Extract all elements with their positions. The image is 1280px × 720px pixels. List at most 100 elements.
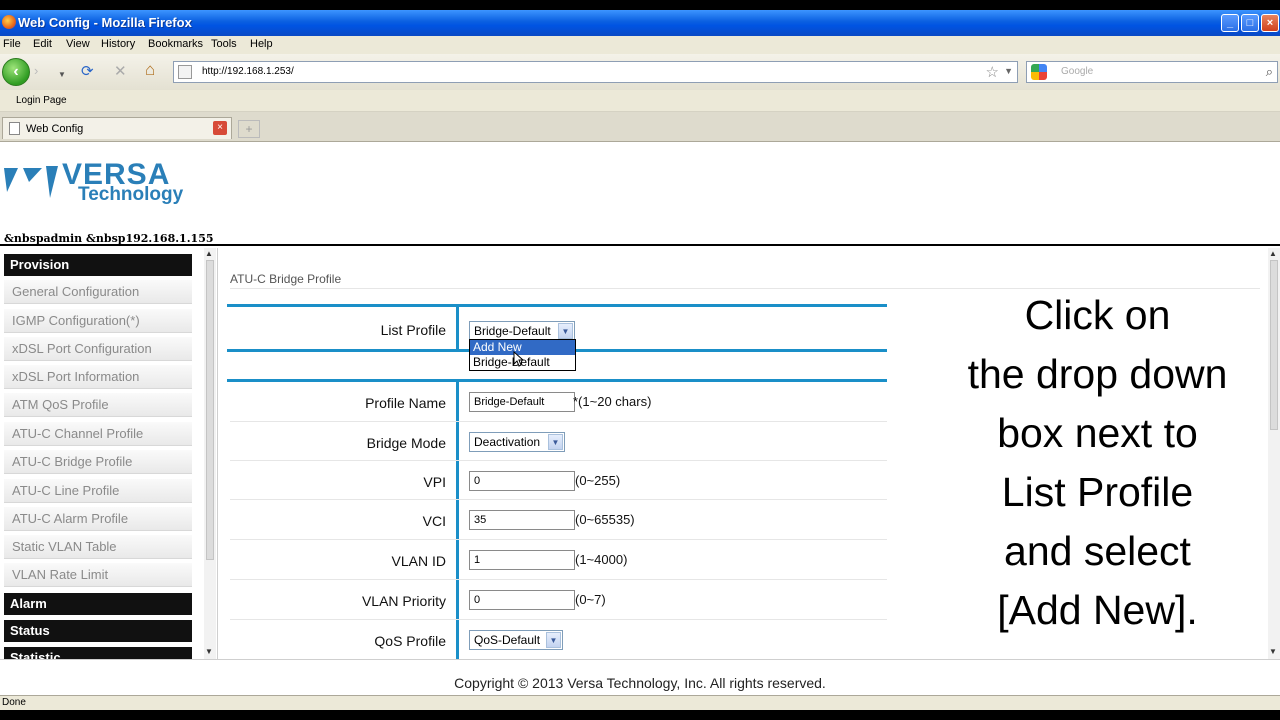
sidebar-item-static-vlan-table[interactable]: Static VLAN Table [4,535,192,559]
blue-column-divider [456,382,459,659]
history-dropdown-icon[interactable]: ▼ [58,67,66,83]
sidebar-item-xdsl-port-configuration[interactable]: xDSL Port Configuration [4,337,192,361]
search-input[interactable]: Google ⌕ [1026,61,1278,83]
list-profile-label: List Profile [380,322,446,338]
vlan-id-hint: (1~4000) [575,552,628,567]
chevron-down-icon[interactable]: ▼ [548,434,563,450]
sidebar: Provision General Configuration IGMP Con… [0,248,218,659]
blue-divider [227,304,887,307]
blue-column-divider [456,307,459,349]
instruction-line: Click on [1024,292,1171,338]
content-scroll-thumb[interactable] [1270,260,1278,430]
row-divider [230,539,887,540]
new-tab-button[interactable]: + [238,120,260,138]
list-profile-select[interactable]: Bridge-Default ▼ [469,321,575,341]
sidebar-scroll-thumb[interactable] [206,260,214,560]
vlan-priority-hint: (0~7) [575,592,606,607]
forward-button[interactable]: › [34,63,56,81]
web-page: VERSA Technology &nbspadmin &nbsp192.168… [0,142,1280,695]
instruction-line: and select [1004,528,1191,574]
search-icon[interactable]: ⌕ [1266,64,1273,80]
menu-file[interactable]: File [3,38,21,50]
bridge-mode-label: Bridge Mode [366,435,446,451]
bookmark-login-page[interactable]: Login Page [16,95,67,106]
sidebar-item-atu-c-line-profile[interactable]: ATU-C Line Profile [4,479,192,503]
vpi-input[interactable]: 0 [469,471,575,491]
home-icon[interactable]: ⌂ [145,61,155,78]
back-button[interactable]: ‹ [2,58,30,86]
menu-help[interactable]: Help [250,38,273,50]
firefox-icon [2,15,16,29]
url-dropdown-icon[interactable]: ▼ [1004,66,1013,76]
vci-hint: (0~65535) [575,512,635,527]
footer-divider [0,659,1280,660]
minimize-button[interactable]: _ [1221,14,1239,32]
search-placeholder: Google [1061,66,1094,77]
tab-web-config[interactable]: Web Config × [2,117,232,139]
menu-bookmarks[interactable]: Bookmarks [148,38,203,50]
menu-edit[interactable]: Edit [33,38,52,50]
vci-label: VCI [422,513,446,529]
menu-history[interactable]: History [101,38,135,50]
reload-icon[interactable]: ⟳ [81,64,94,80]
scroll-down-icon[interactable]: ▼ [205,647,213,656]
title-bar: Web Config - Mozilla Firefox _ □ × [0,10,1280,36]
brand-sub: Technology [78,184,184,205]
sidebar-item-xdsl-port-information[interactable]: xDSL Port Information [4,365,192,389]
scroll-up-icon[interactable]: ▲ [1269,249,1277,258]
list-profile-value: Bridge-Default [474,324,551,338]
content-scrollbar[interactable]: ▲ ▼ [1268,248,1280,659]
sidebar-section-statistic[interactable]: Statistic [4,647,192,659]
menu-view[interactable]: View [66,38,90,50]
profile-name-label: Profile Name [365,395,446,411]
sidebar-item-general-configuration[interactable]: General Configuration [4,280,192,304]
status-text: Done [2,697,26,708]
sidebar-scrollbar[interactable]: ▲ ▼ [204,248,216,659]
vci-input[interactable]: 35 [469,510,575,530]
sidebar-item-vlan-rate-limit[interactable]: VLAN Rate Limit [4,563,192,587]
qos-profile-value: QoS-Default [474,633,541,647]
tab-label: Web Config [26,123,84,135]
bookmark-star-icon[interactable]: ☆ [986,63,999,81]
sidebar-section-status[interactable]: Status [4,620,192,642]
navigation-toolbar: ‹ › ▼ ⟳ ✕ ⌂ http://192.168.1.253/ ☆ ▼ Go… [0,54,1280,90]
row-divider [230,579,887,580]
sidebar-item-atm-qos-profile[interactable]: ATM QoS Profile [4,393,192,417]
sidebar-section-provision[interactable]: Provision [4,254,192,276]
url-text: http://192.168.1.253/ [202,66,294,77]
versa-logo: VERSA Technology [4,158,204,210]
close-button[interactable]: × [1261,14,1279,32]
stop-icon[interactable]: ✕ [114,64,127,80]
instruction-line: the drop down [967,351,1228,397]
instruction-line: box next to [997,410,1198,456]
menu-bar: File Edit View History Bookmarks Tools H… [0,36,1280,54]
row-divider [230,619,887,620]
sidebar-item-igmp-configuration[interactable]: IGMP Configuration(*) [4,309,192,333]
header-divider [0,244,1280,246]
mouse-cursor-icon [513,351,525,367]
qos-profile-select[interactable]: QoS-Default ▼ [469,630,563,650]
sidebar-item-atu-c-channel-profile[interactable]: ATU-C Channel Profile [4,422,192,446]
url-bar[interactable]: http://192.168.1.253/ ☆ ▼ [173,61,1018,83]
bridge-mode-value: Deactivation [474,435,541,449]
scroll-up-icon[interactable]: ▲ [205,249,213,258]
vlan-priority-input[interactable]: 0 [469,590,575,610]
sidebar-item-atu-c-bridge-profile[interactable]: ATU-C Bridge Profile [4,450,192,474]
window-title: Web Config - Mozilla Firefox [18,15,192,30]
blue-divider [227,379,887,382]
profile-name-input[interactable]: Bridge-Default [469,392,575,412]
sidebar-item-atu-c-alarm-profile[interactable]: ATU-C Alarm Profile [4,507,192,531]
chevron-down-icon[interactable]: ▼ [546,632,561,648]
vlan-id-input[interactable]: 1 [469,550,575,570]
chevron-down-icon[interactable]: ▼ [558,323,573,339]
google-icon[interactable] [1031,64,1047,80]
scroll-down-icon[interactable]: ▼ [1269,647,1277,656]
sidebar-section-alarm[interactable]: Alarm [4,593,192,615]
menu-tools[interactable]: Tools [211,38,237,50]
row-divider [230,421,887,422]
bridge-mode-select[interactable]: Deactivation ▼ [469,432,565,452]
site-identity-icon[interactable] [178,65,192,79]
close-tab-icon[interactable]: × [213,121,227,135]
vpi-label: VPI [423,474,446,490]
maximize-button[interactable]: □ [1241,14,1259,32]
